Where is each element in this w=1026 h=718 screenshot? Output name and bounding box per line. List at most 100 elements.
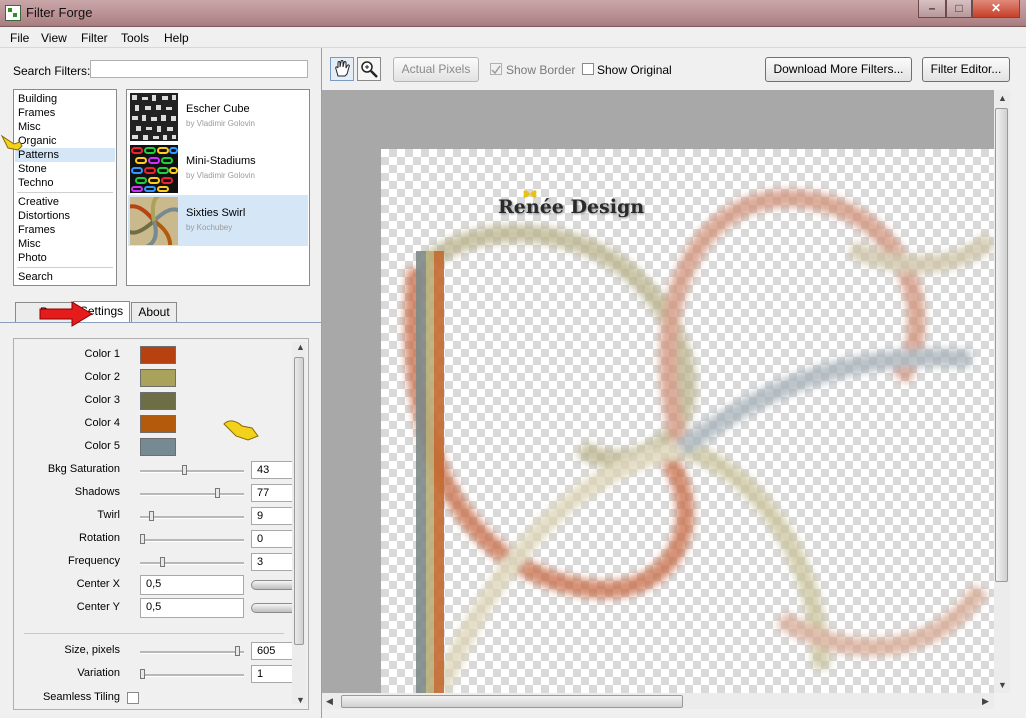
slider-thumb[interactable]: [140, 534, 145, 544]
frequency-slider[interactable]: [140, 557, 244, 567]
tab-about-label: About: [138, 305, 170, 319]
filter-editor-button[interactable]: Filter Editor...: [922, 57, 1010, 82]
variation-slider[interactable]: [140, 669, 244, 679]
rotation-value[interactable]: 0: [251, 530, 297, 548]
color-2-swatch[interactable]: [140, 369, 176, 387]
category-list: Building Frames Misc Organic Patterns St…: [13, 89, 117, 286]
center-y-knob[interactable]: [251, 603, 297, 613]
twirl-slider[interactable]: [140, 511, 244, 521]
center-x-knob[interactable]: [251, 580, 297, 590]
category-distortions[interactable]: Distortions: [18, 209, 70, 223]
category-frames[interactable]: Frames: [18, 106, 55, 120]
scroll-up-arrow-icon[interactable]: ▲: [296, 342, 305, 352]
filter-author: by Vladimir Golovin: [186, 119, 255, 128]
color-5-label: Color 5: [84, 440, 120, 452]
center-y-input[interactable]: 0,5: [140, 598, 244, 618]
menu-filter[interactable]: Filter: [81, 31, 108, 45]
show-original-label: Show Original: [597, 63, 672, 77]
escher-cube-thumbnail: [130, 93, 178, 141]
preview-vertical-scroll-thumb[interactable]: [995, 108, 1008, 582]
shadows-value[interactable]: 77: [251, 484, 297, 502]
color-1-swatch[interactable]: [140, 346, 176, 364]
slider-thumb[interactable]: [182, 465, 187, 475]
slider-thumb[interactable]: [140, 669, 145, 679]
shadows-slider[interactable]: [140, 488, 244, 498]
size-value[interactable]: 605: [251, 642, 297, 660]
center-x-input[interactable]: 0,5: [140, 575, 244, 595]
color-4-swatch[interactable]: [140, 415, 176, 433]
close-button[interactable]: ✕: [972, 0, 1020, 18]
settings-scroll-thumb[interactable]: [294, 357, 304, 645]
slider-thumb[interactable]: [149, 511, 154, 521]
scroll-right-arrow-icon[interactable]: ▶: [982, 696, 989, 707]
sixties-swirl-thumbnail: [130, 197, 178, 245]
category-misc-2[interactable]: Misc: [18, 237, 41, 251]
show-border-label: Show Border: [506, 63, 576, 77]
menu-file[interactable]: File: [10, 31, 29, 45]
scroll-up-arrow-icon[interactable]: ▲: [998, 93, 1007, 103]
download-more-filters-button[interactable]: Download More Filters...: [765, 57, 912, 82]
filter-name: Sixties Swirl: [186, 207, 246, 219]
menu-tools[interactable]: Tools: [121, 31, 149, 45]
filter-name: Mini-Stadiums: [186, 155, 256, 167]
category-techno[interactable]: Techno: [18, 176, 53, 190]
rotation-label: Rotation: [79, 532, 120, 544]
frequency-value[interactable]: 3: [251, 553, 297, 571]
bkg-saturation-label: Bkg Saturation: [47, 463, 120, 475]
filter-item-escher-cube[interactable]: Escher Cube by Vladimir Golovin: [128, 91, 308, 142]
menu-help[interactable]: Help: [164, 31, 189, 45]
tab-about[interactable]: About: [131, 302, 177, 322]
hand-tool-button[interactable]: [330, 57, 354, 81]
variation-label: Variation: [77, 667, 120, 679]
menu-view[interactable]: View: [41, 31, 67, 45]
actual-pixels-button[interactable]: Actual Pixels: [393, 57, 479, 82]
butterfly-icon: [523, 190, 537, 198]
category-divider: [17, 267, 113, 268]
show-original-checkbox[interactable]: [582, 63, 594, 75]
preview-horizontal-scroll-thumb[interactable]: [341, 695, 683, 708]
bkg-saturation-value[interactable]: 43: [251, 461, 297, 479]
slider-thumb[interactable]: [235, 646, 240, 656]
slider-thumb[interactable]: [215, 488, 220, 498]
category-photo[interactable]: Photo: [18, 251, 47, 265]
filter-item-sixties-swirl[interactable]: Sixties Swirl by Kochubey: [128, 195, 308, 246]
zoom-tool-button[interactable]: [357, 57, 381, 81]
seamless-tiling-checkbox[interactable]: [127, 692, 139, 704]
size-slider[interactable]: [140, 646, 244, 656]
category-creative[interactable]: Creative: [18, 195, 59, 209]
category-divider: [17, 192, 113, 193]
category-frames-2[interactable]: Frames: [18, 223, 55, 237]
scroll-down-arrow-icon[interactable]: ▼: [998, 680, 1007, 690]
scroll-down-arrow-icon[interactable]: ▼: [296, 695, 305, 705]
settings-panel: Color 1 Color 2 Color 3 Color 4 Color 5 …: [13, 338, 309, 710]
category-search[interactable]: Search: [18, 270, 53, 284]
twirl-value[interactable]: 9: [251, 507, 297, 525]
red-arrow-annotation-icon: [39, 301, 93, 327]
show-border-checkbox[interactable]: [490, 63, 502, 75]
minimize-button[interactable]: –: [918, 0, 946, 18]
size-label: Size, pixels: [64, 644, 120, 656]
search-input[interactable]: [90, 60, 308, 78]
scroll-left-arrow-icon[interactable]: ◀: [326, 696, 333, 707]
mini-stadiums-thumbnail: [130, 145, 178, 193]
color-2-label: Color 2: [84, 371, 120, 383]
slider-thumb[interactable]: [160, 557, 165, 567]
maximize-button[interactable]: □: [946, 0, 972, 18]
category-building[interactable]: Building: [18, 92, 57, 106]
variation-value[interactable]: 1: [251, 665, 297, 683]
center-x-label: Center X: [76, 578, 120, 590]
color-5-swatch[interactable]: [140, 438, 176, 456]
app-icon: [5, 5, 21, 21]
search-label: Search Filters:: [13, 64, 91, 78]
preview-canvas[interactable]: [381, 149, 994, 693]
category-stone[interactable]: Stone: [18, 162, 47, 176]
rotation-slider[interactable]: [140, 534, 244, 544]
color-4-label: Color 4: [84, 417, 120, 429]
filter-item-mini-stadiums[interactable]: Mini-Stadiums by Vladimir Golovin: [128, 143, 308, 194]
color-1-label: Color 1: [84, 348, 120, 360]
zoom-icon: [361, 61, 378, 78]
filter-author: by Kochubey: [186, 223, 233, 232]
swirl-preview-image: [404, 189, 994, 693]
color-3-swatch[interactable]: [140, 392, 176, 410]
bkg-saturation-slider[interactable]: [140, 465, 244, 475]
